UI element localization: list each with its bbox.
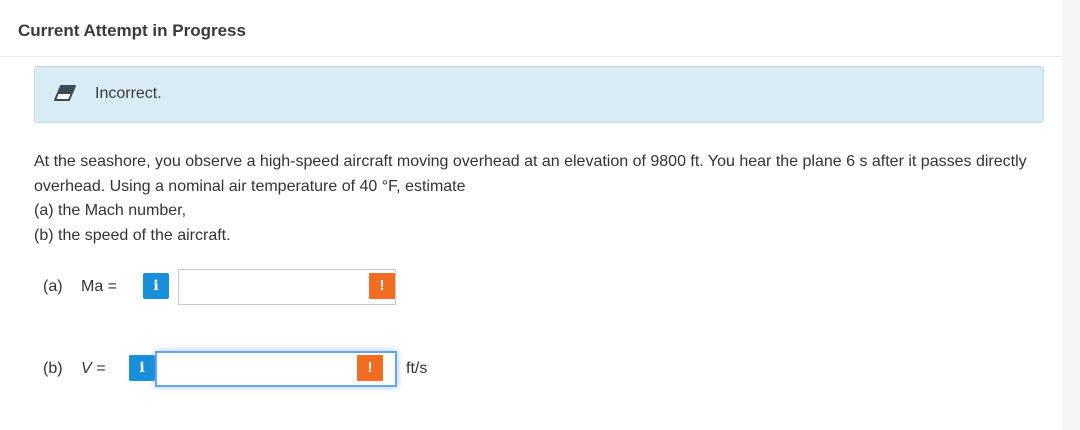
question-part-b: (b) the speed of the aircraft.	[34, 226, 231, 244]
eraser-icon	[53, 83, 77, 103]
feedback-status-text: Incorrect.	[95, 85, 162, 102]
ma-variable-label: Ma =	[81, 278, 118, 295]
question-part-a: (a) the Mach number,	[34, 202, 187, 219]
info-button-a[interactable]: i	[143, 273, 169, 299]
part-b-label: (b)	[43, 360, 63, 377]
warning-flag-a: !	[369, 273, 395, 299]
feedback-banner: Incorrect.	[34, 66, 1044, 123]
mach-number-input[interactable]	[178, 269, 396, 305]
info-button-b[interactable]: i	[129, 355, 155, 381]
page-title: Current Attempt in Progress	[18, 21, 246, 40]
part-a-label: (a)	[43, 278, 63, 295]
speed-unit-label: ft/s	[406, 360, 428, 377]
warning-flag-b: !	[357, 355, 383, 381]
v-variable-label: V =	[81, 360, 106, 377]
question-prompt: At the seashore, you observe a high-spee…	[34, 153, 1027, 195]
question-text: At the seashore, you observe a high-spee…	[34, 150, 1044, 248]
header-divider	[0, 56, 1062, 57]
question-panel: Current Attempt in Progress Incorrect. A…	[0, 0, 1062, 430]
